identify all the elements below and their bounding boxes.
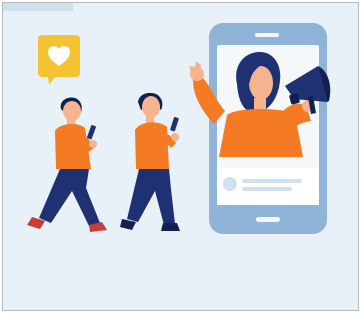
person-walking-1: [27, 97, 107, 232]
social-media-promotion-illustration: [27, 23, 331, 234]
heart-notification-bubble: [38, 35, 80, 85]
illustration-frame: [2, 2, 359, 311]
person-walking-2: [120, 92, 180, 231]
